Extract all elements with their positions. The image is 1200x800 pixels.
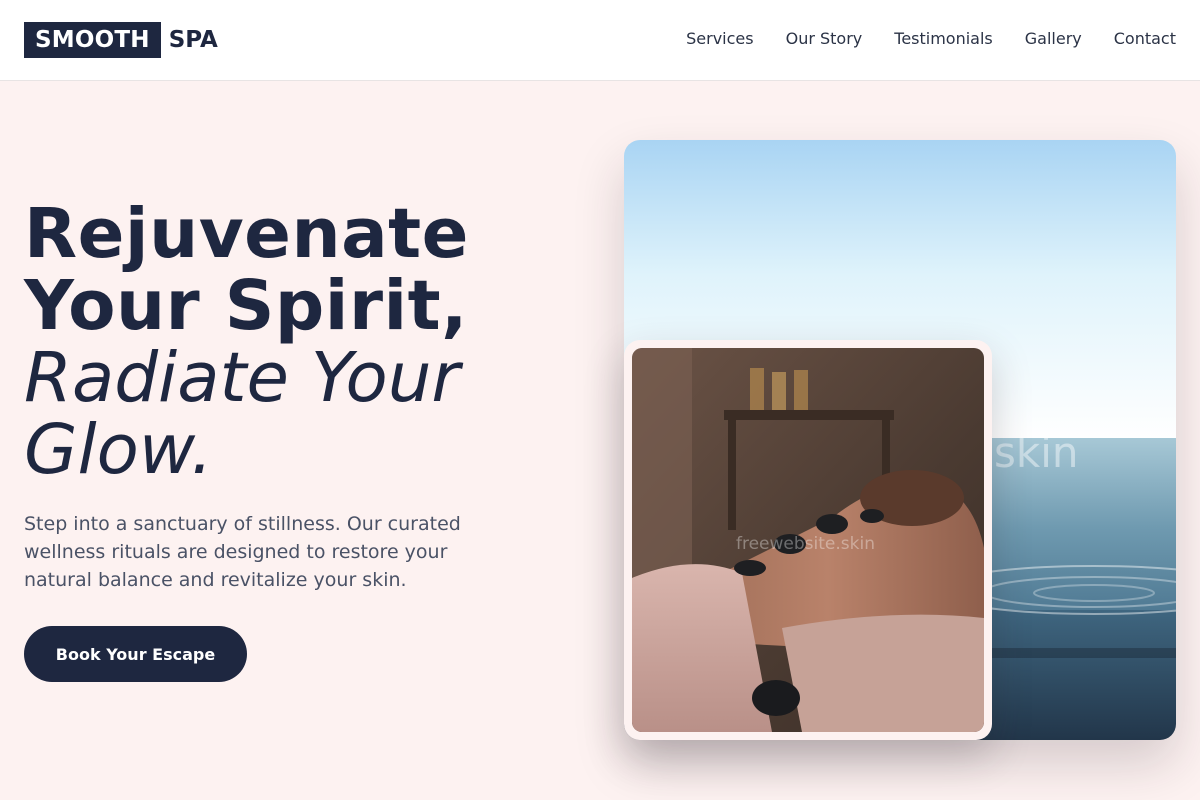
site-header: SMOOTH SPA Services Our Story Testimonia… <box>0 0 1200 81</box>
headline-line-2: Your Spirit, <box>24 266 468 346</box>
headline-line-3: Radiate Your <box>24 338 460 418</box>
main-nav: Services Our Story Testimonials Gallery … <box>686 29 1176 49</box>
nav-link-testimonials[interactable]: Testimonials <box>894 29 993 49</box>
brand-logo[interactable]: SMOOTH SPA <box>24 22 218 58</box>
nav-link-gallery[interactable]: Gallery <box>1025 29 1082 49</box>
hero-description: Step into a sanctuary of stillness. Our … <box>24 513 461 591</box>
headline-line-4: Glow. <box>24 410 213 490</box>
hot-stone-massage-image <box>632 348 984 732</box>
nav-link-contact[interactable]: Contact <box>1114 29 1176 49</box>
logo-box: SMOOTH <box>24 22 161 58</box>
nav-link-our-story[interactable]: Our Story <box>786 29 863 49</box>
book-escape-button[interactable]: Book Your Escape <box>24 626 247 682</box>
nav-link-services[interactable]: Services <box>686 29 753 49</box>
hot-stone-massage-illustration <box>632 348 984 732</box>
headline-line-1: Rejuvenate <box>24 194 469 274</box>
hero-headline: Rejuvenate Your Spirit, Radiate Your Glo… <box>24 198 544 486</box>
logo-text: SPA <box>168 27 218 53</box>
